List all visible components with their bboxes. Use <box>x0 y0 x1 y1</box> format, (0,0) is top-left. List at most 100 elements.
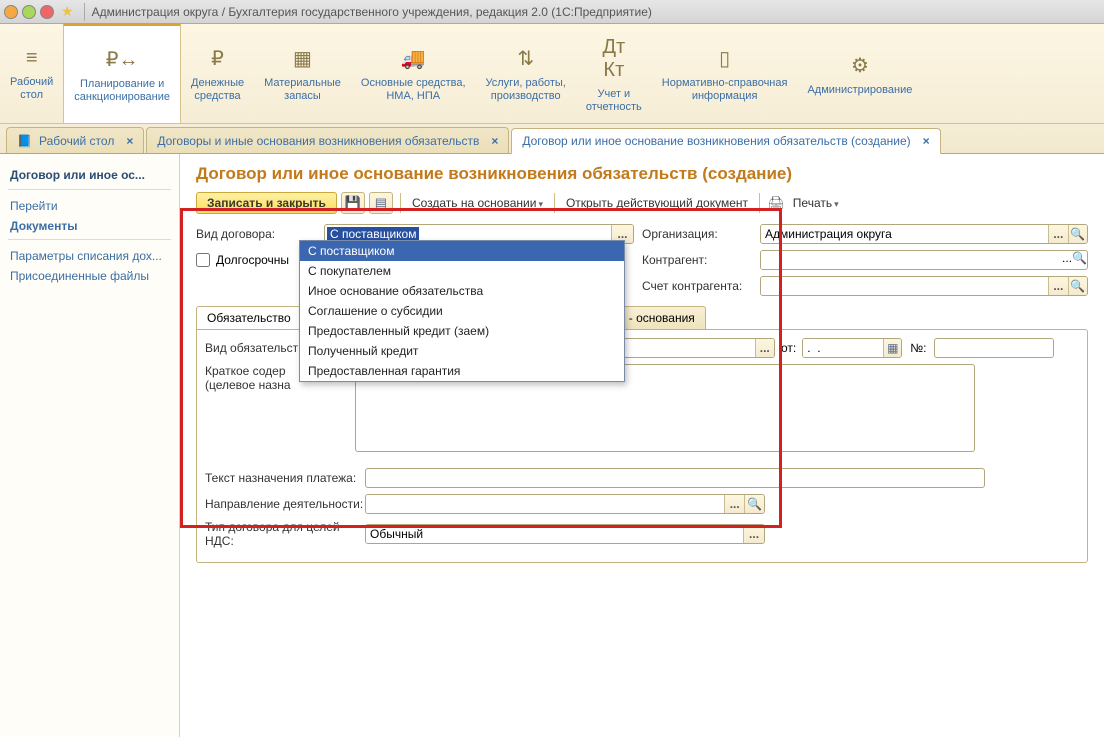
section-reference[interactable]: ▯ Нормативно-справочная информация <box>652 24 798 123</box>
favorite-star-icon[interactable]: ★ <box>58 3 77 20</box>
floppy-icon: 💾 <box>345 195 361 211</box>
payment-text-input[interactable] <box>365 468 985 488</box>
payment-text-label: Текст назначения платежа: <box>205 471 365 485</box>
dropdown-option[interactable]: С поставщиком <box>300 241 624 261</box>
open-list-button[interactable]: ... <box>743 525 764 543</box>
save-button[interactable]: 💾 <box>341 192 365 214</box>
search-icon[interactable]: 🔍 <box>1072 251 1087 269</box>
document-tabs: 📘 Рабочий стол × Договоры и иные основан… <box>0 124 1104 154</box>
organization-label: Организация: <box>642 227 752 241</box>
section-accounting[interactable]: ДтКт Учет и отчетность <box>576 24 652 123</box>
number-input[interactable] <box>934 338 1054 358</box>
obligation-doc-field[interactable]: ... <box>605 338 775 358</box>
document-icon: ▤ <box>375 195 387 211</box>
dropdown-option[interactable]: Полученный кредит <box>300 341 624 361</box>
tab-label: Договоры и иные основания возникновения … <box>157 134 479 148</box>
dropdown-option[interactable]: Предоставленная гарантия <box>300 361 624 381</box>
date-field[interactable]: ▦ <box>802 338 902 358</box>
dropdown-option[interactable]: С покупателем <box>300 261 624 281</box>
section-money[interactable]: ₽ Денежные средства <box>181 24 254 123</box>
calendar-icon[interactable]: ▦ <box>883 339 901 357</box>
form-tab-obligation[interactable]: Обязательство <box>196 306 302 329</box>
section-services[interactable]: ⇅ Услуги, работы, производство <box>476 24 576 123</box>
window-titlebar: ★ Администрация округа / Бухгалтерия гос… <box>0 0 1104 24</box>
from-label: от: <box>781 341 796 355</box>
sidebar-title[interactable]: Договор или иное ос... <box>8 164 171 186</box>
tab-contracts-list[interactable]: Договоры и иные основания возникновения … <box>146 127 509 153</box>
gear-icon: ⚙ <box>851 53 869 78</box>
open-list-button[interactable]: ... <box>1048 277 1067 295</box>
contractor-field[interactable]: ... 🔍 <box>760 250 1088 270</box>
contract-type-dropdown[interactable]: С поставщиком С покупателем Иное основан… <box>299 240 625 382</box>
open-list-button[interactable]: ... <box>724 495 744 513</box>
report-icon: ДтКт <box>602 36 625 82</box>
contract-type-label: Вид договора: <box>196 227 316 241</box>
close-icon[interactable]: × <box>126 134 133 148</box>
section-planning[interactable]: ₽↔ Планирование и санкционирование <box>63 23 181 123</box>
sidebar-nav-goto[interactable]: Перейти <box>8 196 171 216</box>
open-list-button[interactable]: ... <box>1062 251 1072 269</box>
doc-icon-button[interactable]: ▤ <box>369 192 393 214</box>
page-title: Договор или иное основание возникновения… <box>196 164 1088 184</box>
print-menu[interactable]: Печать▾ <box>789 196 843 210</box>
open-list-button[interactable]: ... <box>1048 225 1067 243</box>
tab-contract-create[interactable]: Договор или иное основание возникновения… <box>511 128 940 154</box>
activity-direction-input[interactable] <box>366 495 724 513</box>
open-list-button[interactable]: ... <box>755 339 774 357</box>
form-action-bar: Записать и закрыть 💾 ▤ Создать на основа… <box>196 192 1088 214</box>
organization-field[interactable]: ... 🔍 <box>760 224 1088 244</box>
window-title: Администрация округа / Бухгалтерия госуд… <box>92 5 652 19</box>
dropdown-option[interactable]: Предоставленный кредит (заем) <box>300 321 624 341</box>
window-1c-icon <box>4 5 18 19</box>
sidebar-nav-documents[interactable]: Документы <box>8 216 171 236</box>
book-icon: ▯ <box>719 46 730 71</box>
contract-type-value: С поставщиком <box>327 227 419 241</box>
activity-direction-field[interactable]: ... 🔍 <box>365 494 765 514</box>
sidebar-link-attachments[interactable]: Присоединенные файлы <box>8 266 171 286</box>
date-input[interactable] <box>803 339 883 357</box>
main-section-toolbar: ≡ Рабочий стол ₽↔ Планирование и санкцио… <box>0 24 1104 124</box>
activity-direction-label: Направление деятельности: <box>205 497 365 511</box>
tab-label: Договор или иное основание возникновения… <box>522 134 910 148</box>
contractor-label: Контрагент: <box>642 253 752 267</box>
sliders-icon: ⇅ <box>517 46 534 71</box>
truck-icon: 🚚 <box>401 46 426 71</box>
sidebar-link-writeoff[interactable]: Параметры списания дох... <box>8 246 171 266</box>
obligation-doc-input[interactable] <box>606 339 755 357</box>
search-icon[interactable]: 🔍 <box>1068 277 1087 295</box>
vat-type-label: Тип договора для целей НДС: <box>205 520 365 548</box>
vat-type-field[interactable]: ... <box>365 524 765 544</box>
window-close-icon[interactable] <box>40 5 54 19</box>
ruble-icon: ₽ <box>211 46 224 71</box>
section-assets[interactable]: 🚚 Основные средства, НМА, НПА <box>351 24 476 123</box>
contractor-account-input[interactable] <box>761 277 1048 295</box>
grid-icon: ▦ <box>293 46 312 71</box>
section-materials[interactable]: ▦ Материальные запасы <box>254 24 351 123</box>
contractor-input[interactable] <box>761 251 1062 269</box>
number-label: №: <box>910 341 926 355</box>
section-admin[interactable]: ⚙ Администрирование <box>797 24 922 123</box>
contractor-account-field[interactable]: ... 🔍 <box>760 276 1088 296</box>
book-open-icon: 📘 <box>17 134 33 148</box>
tab-label: Рабочий стол <box>39 134 114 148</box>
organization-input[interactable] <box>761 225 1048 243</box>
save-and-close-button[interactable]: Записать и закрыть <box>196 192 337 214</box>
window-min-icon[interactable] <box>22 5 36 19</box>
close-icon[interactable]: × <box>923 134 930 148</box>
section-desktop[interactable]: ≡ Рабочий стол <box>0 24 63 123</box>
form-sidebar: Договор или иное ос... Перейти Документы… <box>0 154 180 737</box>
printer-icon: 🖨 <box>767 195 785 212</box>
open-active-doc[interactable]: Открыть действующий документ <box>562 196 752 210</box>
long-term-checkbox[interactable] <box>196 253 210 267</box>
search-icon[interactable]: 🔍 <box>744 495 764 513</box>
menu-icon: ≡ <box>26 47 38 70</box>
dropdown-option[interactable]: Иное основание обязательства <box>300 281 624 301</box>
close-icon[interactable]: × <box>491 134 498 148</box>
dropdown-option[interactable]: Соглашение о субсидии <box>300 301 624 321</box>
create-based-menu[interactable]: Создать на основании▾ <box>408 196 547 210</box>
long-term-label: Долгосрочны <box>216 253 289 267</box>
form-main: Договор или иное основание возникновения… <box>180 154 1104 737</box>
vat-type-input[interactable] <box>366 525 743 543</box>
search-icon[interactable]: 🔍 <box>1068 225 1087 243</box>
tab-desktop[interactable]: 📘 Рабочий стол × <box>6 127 144 153</box>
